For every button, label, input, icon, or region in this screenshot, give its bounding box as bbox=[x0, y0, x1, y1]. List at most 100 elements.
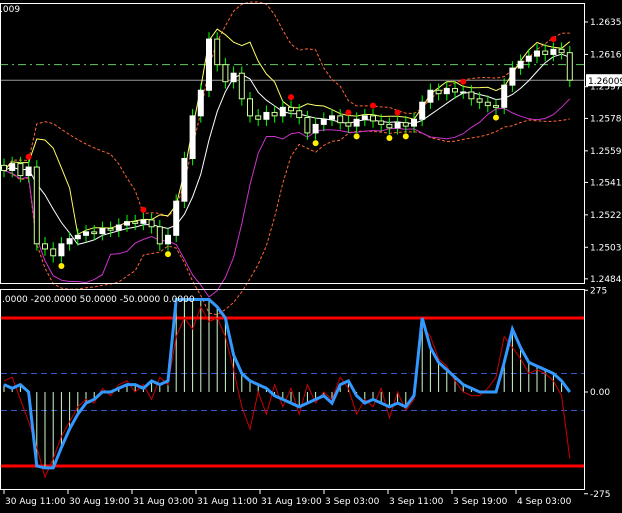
candle-body bbox=[394, 122, 401, 129]
price-tick-label: 1.25595 bbox=[590, 147, 622, 157]
candle-body bbox=[181, 158, 188, 202]
axes: 1.263501.261601.259711.257851.255951.254… bbox=[0, 3, 622, 507]
price-tick-label: 1.25030 bbox=[590, 243, 622, 253]
red-signal-dot bbox=[460, 78, 467, 85]
candle-body bbox=[83, 231, 89, 236]
candle-body bbox=[501, 84, 508, 108]
candle-body bbox=[9, 163, 16, 171]
candle-body bbox=[493, 105, 499, 108]
price-chart-window[interactable] bbox=[0, 1, 584, 316]
current-price-label: 1.26009 bbox=[588, 77, 622, 87]
time-tick-label: 31 Aug 19:00 bbox=[261, 497, 322, 507]
candle-body bbox=[468, 91, 475, 100]
price-tick-label: 1.24845 bbox=[590, 275, 622, 285]
candle-body bbox=[558, 48, 565, 54]
yellow-signal-dot bbox=[165, 251, 171, 258]
candle-body bbox=[42, 243, 48, 250]
slow-ma-line bbox=[3, 53, 570, 245]
red-signal-dot bbox=[288, 94, 294, 101]
candle-body bbox=[255, 115, 262, 120]
candle-body bbox=[288, 106, 294, 112]
candle-body bbox=[304, 117, 311, 134]
candle-body bbox=[140, 219, 147, 224]
candle-body bbox=[247, 98, 253, 117]
time-tick-label: 31 Aug 11:00 bbox=[197, 497, 258, 507]
candle-body bbox=[189, 115, 196, 160]
candle-body bbox=[312, 123, 319, 134]
candle-body bbox=[99, 227, 106, 235]
candle-body bbox=[443, 88, 450, 95]
lower-band-line bbox=[3, 118, 570, 316]
candle-body bbox=[58, 243, 65, 257]
red-signal-dot bbox=[140, 206, 147, 213]
candle-body bbox=[411, 118, 417, 127]
candle-body bbox=[320, 118, 327, 125]
time-tick-label: 3 Sep 11:00 bbox=[389, 497, 444, 507]
time-tick-label: 31 Aug 03:00 bbox=[133, 497, 194, 507]
price-tick-label: 1.25220 bbox=[590, 211, 622, 221]
yellow-signal-dot bbox=[58, 263, 65, 270]
candle-body bbox=[427, 89, 434, 103]
candle-body bbox=[74, 234, 81, 240]
candle-body bbox=[435, 89, 442, 95]
candle-body bbox=[402, 122, 409, 127]
red-signal-dot bbox=[394, 109, 401, 116]
red-signal-dot bbox=[370, 102, 376, 109]
yellow-signal-dot bbox=[312, 140, 319, 147]
upper-band-line bbox=[3, 1, 570, 218]
candle-body bbox=[206, 38, 212, 91]
fast-band-line bbox=[3, 28, 571, 236]
candle-body bbox=[509, 67, 516, 86]
candle-body bbox=[230, 72, 237, 83]
candle-body bbox=[271, 111, 278, 117]
candle-body bbox=[370, 115, 376, 122]
candle-body bbox=[165, 234, 171, 245]
candle-body bbox=[222, 64, 229, 83]
time-tick-label: 30 Aug 11:00 bbox=[5, 497, 66, 507]
trading-chart[interactable]: 1.263501.261601.259711.257851.255951.254… bbox=[0, 0, 622, 513]
candle-body bbox=[337, 115, 344, 124]
candle-body bbox=[91, 231, 98, 235]
candle-body bbox=[566, 52, 573, 81]
candle-body bbox=[525, 55, 532, 62]
time-tick-label: 3 Sep 19:00 bbox=[453, 497, 508, 507]
candle-body bbox=[1, 164, 7, 171]
candle-body bbox=[25, 166, 32, 177]
candle-body bbox=[33, 166, 40, 245]
yellow-signal-dot bbox=[353, 133, 360, 140]
candle-body bbox=[296, 110, 303, 119]
candle-body bbox=[197, 89, 204, 117]
candle-body bbox=[476, 98, 483, 103]
indicator-window[interactable] bbox=[1, 298, 584, 479]
candle-body bbox=[361, 115, 368, 120]
candle-body bbox=[542, 50, 549, 55]
candle-body bbox=[263, 111, 270, 120]
time-tick-label: 4 Sep 03:00 bbox=[517, 497, 572, 507]
candle-body bbox=[115, 224, 122, 231]
candle-body bbox=[550, 48, 557, 55]
candle-body bbox=[214, 38, 221, 66]
candle-body bbox=[148, 219, 155, 228]
candle-body bbox=[484, 101, 491, 107]
price-tick-label: 1.25410 bbox=[590, 178, 622, 188]
symbol-label: .009 bbox=[0, 5, 20, 15]
indicator-header: .0000 -200.0000 50.0000 -50.0000 0.0000 bbox=[2, 295, 195, 305]
price-tick-label: 1.26350 bbox=[590, 18, 622, 28]
candle-body bbox=[419, 101, 426, 120]
main-line bbox=[3, 298, 572, 470]
red-signal-dot bbox=[550, 36, 557, 43]
indicator-tick-label: -275 bbox=[590, 490, 610, 500]
indicator-tick-label: 275 bbox=[590, 286, 607, 296]
candle-body bbox=[107, 227, 114, 231]
red-signal-dot bbox=[345, 109, 352, 116]
indicator-tick-label: 0.00 bbox=[590, 388, 610, 398]
lower-envelope-line bbox=[3, 98, 571, 298]
candle-body bbox=[156, 226, 163, 245]
time-tick-label: 30 Aug 19:00 bbox=[69, 497, 130, 507]
price-tick-label: 1.25785 bbox=[590, 114, 622, 124]
candle-body bbox=[329, 115, 335, 120]
candle-body bbox=[378, 120, 385, 125]
candle-body bbox=[353, 118, 360, 127]
candle-body bbox=[534, 50, 540, 57]
candle-body bbox=[345, 122, 352, 127]
